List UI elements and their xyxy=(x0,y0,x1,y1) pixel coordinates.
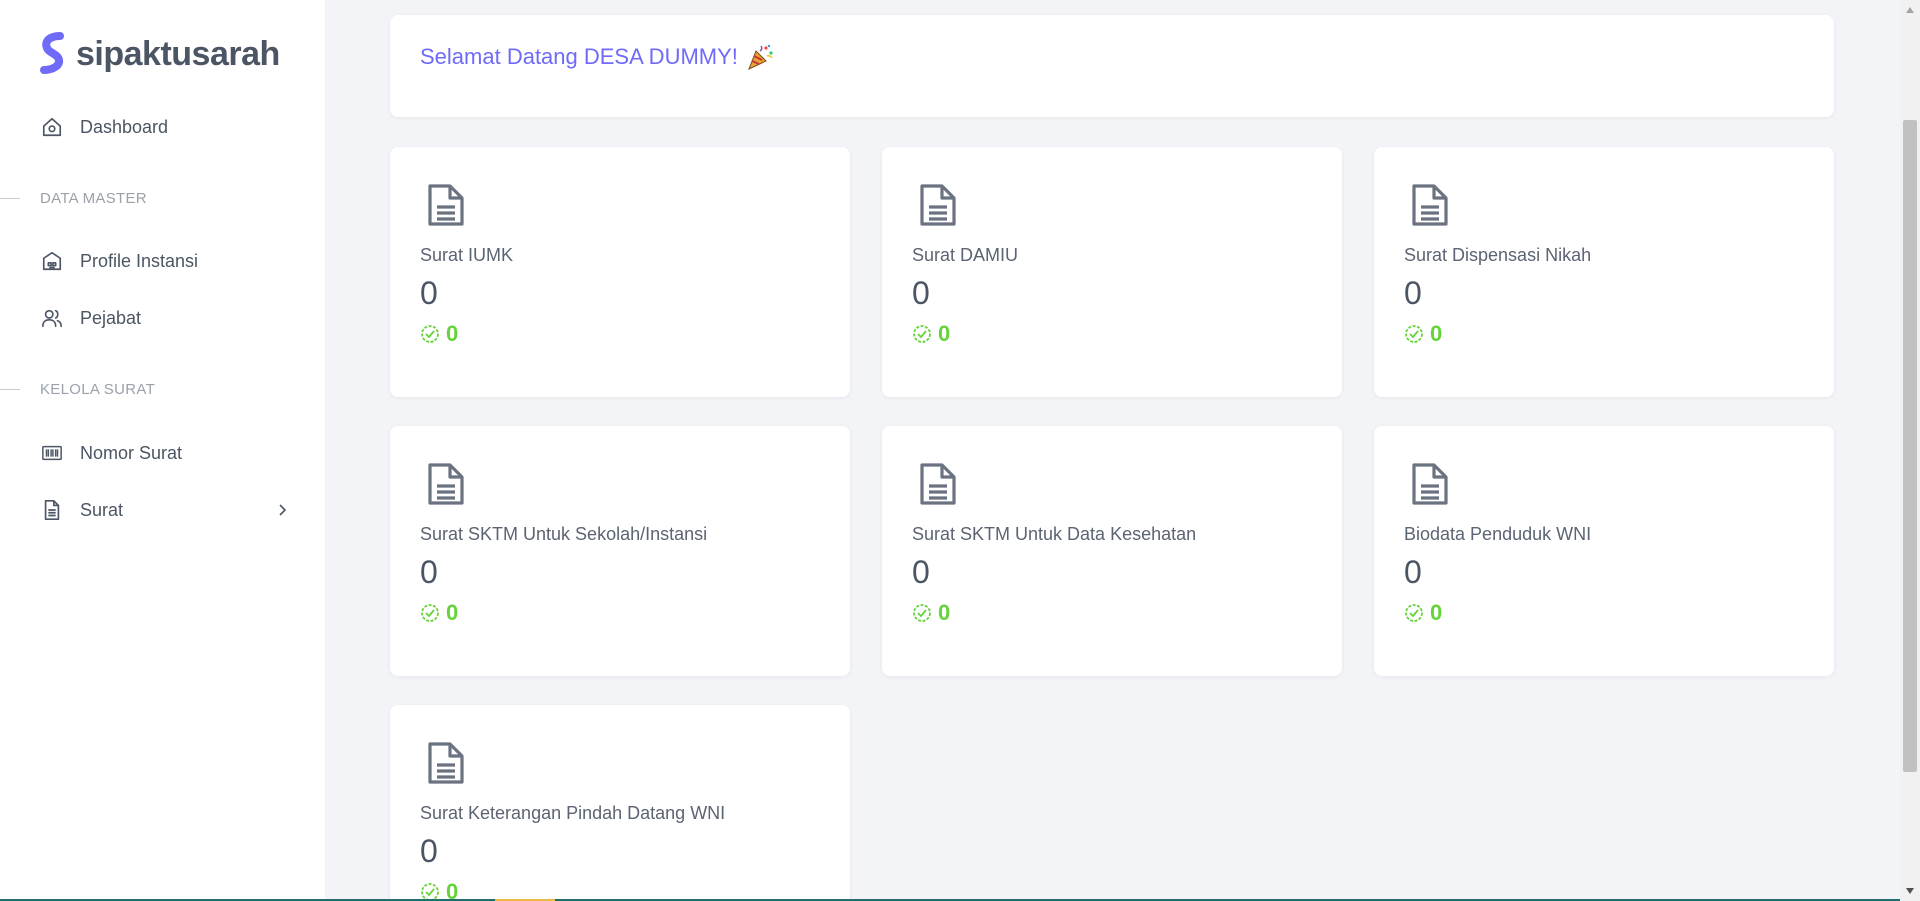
section-header-kelola-surat: KELOLA SURAT xyxy=(0,379,300,399)
sidebar-item-label: Profile Instansi xyxy=(80,250,199,271)
card-count: 0 xyxy=(912,275,930,311)
check-badge-icon xyxy=(421,325,439,343)
stat-card-surat-dispensasi-nikah[interactable]: Surat Dispensasi Nikah 0 0 xyxy=(1374,147,1834,397)
sidebar-item-dashboard[interactable]: Dashboard xyxy=(40,107,290,147)
card-title: Biodata Penduduk WNI xyxy=(1404,524,1592,544)
stat-card-surat-pindah-datang-wni[interactable]: Surat Keterangan Pindah Datang WNI 0 0 xyxy=(390,705,850,901)
stat-card-surat-sktm-kesehatan[interactable]: Surat SKTM Untuk Data Kesehatan 0 0 xyxy=(882,426,1342,676)
verified-value: 0 xyxy=(1430,600,1443,625)
verified-count: 0 xyxy=(912,321,950,347)
brand-name: sipaktusarah xyxy=(76,34,280,73)
card-count: 0 xyxy=(420,275,438,311)
verified-count: 0 xyxy=(420,321,458,347)
card-count: 0 xyxy=(912,554,930,590)
sidebar-item-label: Dashboard xyxy=(80,116,169,137)
check-badge-icon xyxy=(1405,325,1423,343)
card-title: Surat DAMIU xyxy=(912,245,1019,265)
sidebar-item-pejabat[interactable]: Pejabat xyxy=(40,298,290,338)
card-count: 0 xyxy=(420,554,438,590)
card-count: 0 xyxy=(1404,554,1422,590)
check-badge-icon xyxy=(1405,604,1423,622)
vertical-scrollbar[interactable] xyxy=(1900,0,1920,901)
verified-value: 0 xyxy=(446,879,459,901)
verified-count: 0 xyxy=(1404,600,1442,626)
party-popper-icon xyxy=(747,44,773,70)
scroll-up-arrow-icon[interactable] xyxy=(1904,4,1916,16)
sidebar-item-profile-instansi[interactable]: Profile Instansi xyxy=(40,241,290,281)
home-icon xyxy=(40,115,64,139)
brand[interactable]: sipaktusarah xyxy=(38,32,280,76)
card-count: 0 xyxy=(420,833,438,869)
document-icon xyxy=(428,463,464,505)
welcome-card: Selamat Datang DESA DUMMY! xyxy=(390,15,1834,117)
verified-value: 0 xyxy=(938,321,951,346)
barcode-icon xyxy=(40,441,64,465)
check-badge-icon xyxy=(913,325,931,343)
check-badge-icon xyxy=(421,604,439,622)
verified-value: 0 xyxy=(1430,321,1443,346)
chevron-right-icon xyxy=(279,504,287,516)
document-icon xyxy=(428,184,464,226)
document-icon xyxy=(1412,463,1448,505)
card-title: Surat Keterangan Pindah Datang WNI xyxy=(420,803,726,823)
sidebar-item-label: Surat xyxy=(80,499,124,520)
stat-card-biodata-penduduk-wni[interactable]: Biodata Penduduk WNI 0 0 xyxy=(1374,426,1834,676)
document-icon xyxy=(1412,184,1448,226)
verified-count: 0 xyxy=(420,879,458,901)
section-divider xyxy=(0,388,20,390)
document-icon xyxy=(920,463,956,505)
stat-card-surat-damiu[interactable]: Surat DAMIU 0 0 xyxy=(882,147,1342,397)
users-icon xyxy=(40,306,64,330)
card-title: Surat SKTM Untuk Data Kesehatan xyxy=(912,524,1197,544)
sidebar-item-surat[interactable]: Surat xyxy=(40,490,290,530)
scroll-down-arrow-icon[interactable] xyxy=(1904,885,1916,897)
sidebar-item-label: Nomor Surat xyxy=(80,442,183,463)
document-icon xyxy=(920,184,956,226)
building-icon xyxy=(40,249,64,273)
card-title: Surat Dispensasi Nikah xyxy=(1404,245,1592,265)
verified-count: 0 xyxy=(1404,321,1442,347)
check-badge-icon xyxy=(913,604,931,622)
card-title: Surat IUMK xyxy=(420,245,514,265)
welcome-text: Selamat Datang DESA DUMMY! xyxy=(420,44,738,69)
document-icon xyxy=(428,742,464,784)
verified-value: 0 xyxy=(938,600,951,625)
brand-logo-icon xyxy=(40,32,64,74)
document-icon xyxy=(40,498,64,522)
sidebar-item-nomor-surat[interactable]: Nomor Surat xyxy=(40,433,290,473)
stat-card-surat-iumk[interactable]: Surat IUMK 0 0 xyxy=(390,147,850,397)
verified-count: 0 xyxy=(420,600,458,626)
welcome-message: Selamat Datang DESA DUMMY! xyxy=(420,43,774,71)
verified-count: 0 xyxy=(912,600,950,626)
verified-value: 0 xyxy=(446,321,459,346)
scrollbar-thumb[interactable] xyxy=(1903,120,1917,772)
verified-value: 0 xyxy=(446,600,459,625)
card-title: Surat SKTM Untuk Sekolah/Instansi xyxy=(420,524,708,544)
section-title: DATA MASTER xyxy=(40,189,147,207)
sidebar-item-label: Pejabat xyxy=(80,307,142,328)
stat-card-surat-sktm-sekolah[interactable]: Surat SKTM Untuk Sekolah/Instansi 0 0 xyxy=(390,426,850,676)
card-count: 0 xyxy=(1404,275,1422,311)
section-title: KELOLA SURAT xyxy=(40,380,156,398)
sidebar: sipaktusarah Dashboard DATA MASTER Profi… xyxy=(0,0,325,901)
section-divider xyxy=(0,197,20,199)
section-header-data-master: DATA MASTER xyxy=(0,188,300,208)
